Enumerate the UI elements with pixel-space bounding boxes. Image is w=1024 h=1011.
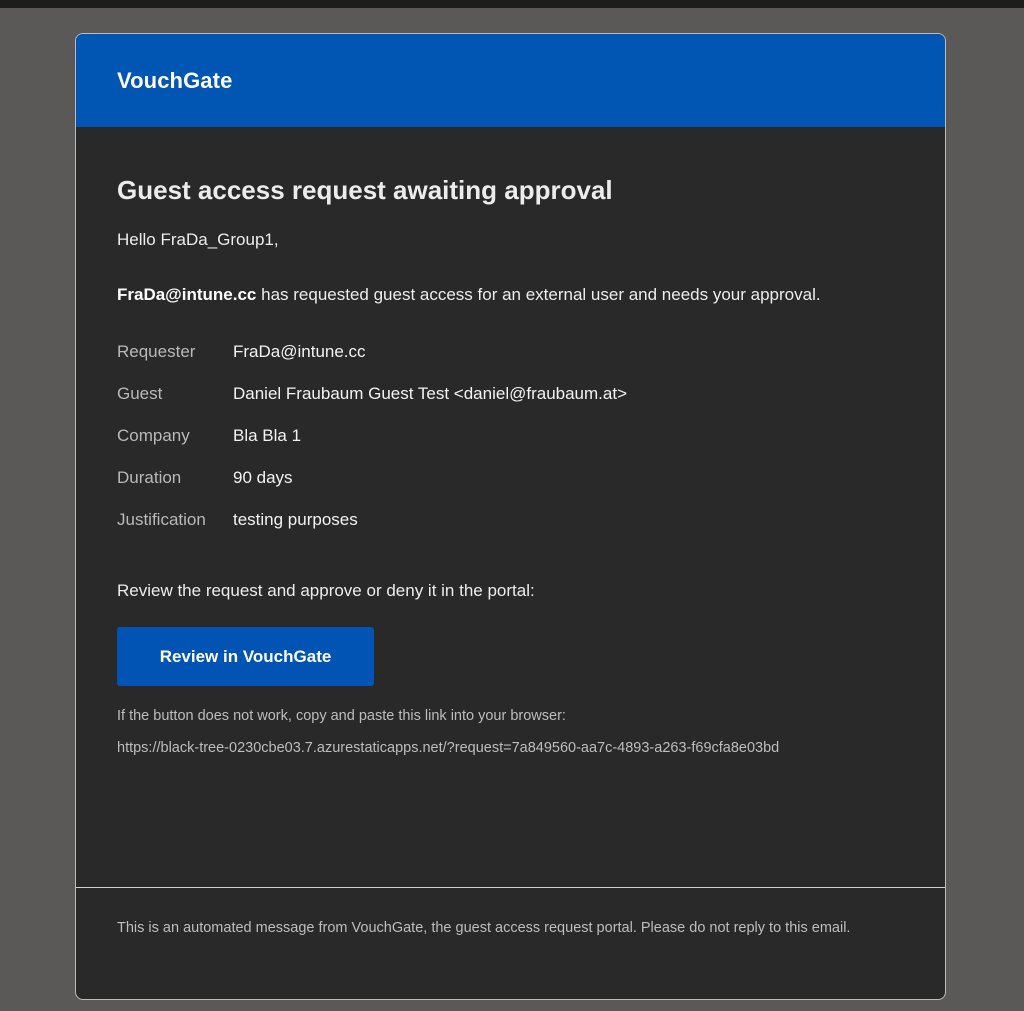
- requester-email[interactable]: FraDa@intune.cc: [117, 285, 256, 304]
- details-value: testing purposes: [233, 510, 358, 529]
- details-row-company: Company Bla Bla 1: [117, 425, 904, 467]
- intro-paragraph: FraDa@intune.cc has requested guest acce…: [117, 279, 877, 311]
- fallback-section: If the button does not work, copy and pa…: [117, 700, 837, 764]
- details-label: Duration: [117, 468, 182, 487]
- fallback-link[interactable]: https://black-tree-0230cbe03.7.azurestat…: [117, 732, 837, 764]
- email-footer: This is an automated message from VouchG…: [76, 887, 945, 999]
- review-instructions: Review the request and approve or deny i…: [117, 581, 535, 600]
- intro-message: has requested guest access for an extern…: [256, 285, 821, 304]
- review-button[interactable]: Review in VouchGate: [117, 627, 374, 686]
- details-row-duration: Duration 90 days: [117, 467, 904, 509]
- email-card: VouchGate Guest access request awaiting …: [75, 33, 946, 1000]
- details-value: Bla Bla 1: [233, 426, 302, 445]
- details-table: Requester FraDa@intune.cc Guest Daniel F…: [117, 341, 904, 551]
- details-value: Daniel Fraubaum Guest Test <daniel@fraub…: [233, 384, 627, 403]
- details-value: 90 days: [233, 468, 293, 487]
- details-label: Justification: [117, 510, 206, 529]
- greeting: Hello FraDa_Group1,: [117, 230, 279, 249]
- brand-title: VouchGate: [117, 67, 233, 93]
- details-row-requester: Requester FraDa@intune.cc: [117, 341, 904, 383]
- window-top-bar: [0, 0, 1024, 8]
- email-title: Guest access request awaiting approval: [117, 175, 613, 205]
- details-label: Requester: [117, 342, 196, 361]
- fallback-text: If the button does not work, copy and pa…: [117, 708, 566, 724]
- details-label: Company: [117, 426, 190, 445]
- email-header: VouchGate: [76, 34, 945, 127]
- details-row-guest: Guest Daniel Fraubaum Guest Test <daniel…: [117, 383, 904, 425]
- details-value[interactable]: FraDa@intune.cc: [233, 341, 366, 363]
- footer-text: This is an automated message from VouchG…: [117, 920, 851, 936]
- email-body: Guest access request awaiting approval H…: [76, 171, 945, 764]
- details-label: Guest: [117, 384, 163, 403]
- details-row-justification: Justification testing purposes: [117, 509, 904, 551]
